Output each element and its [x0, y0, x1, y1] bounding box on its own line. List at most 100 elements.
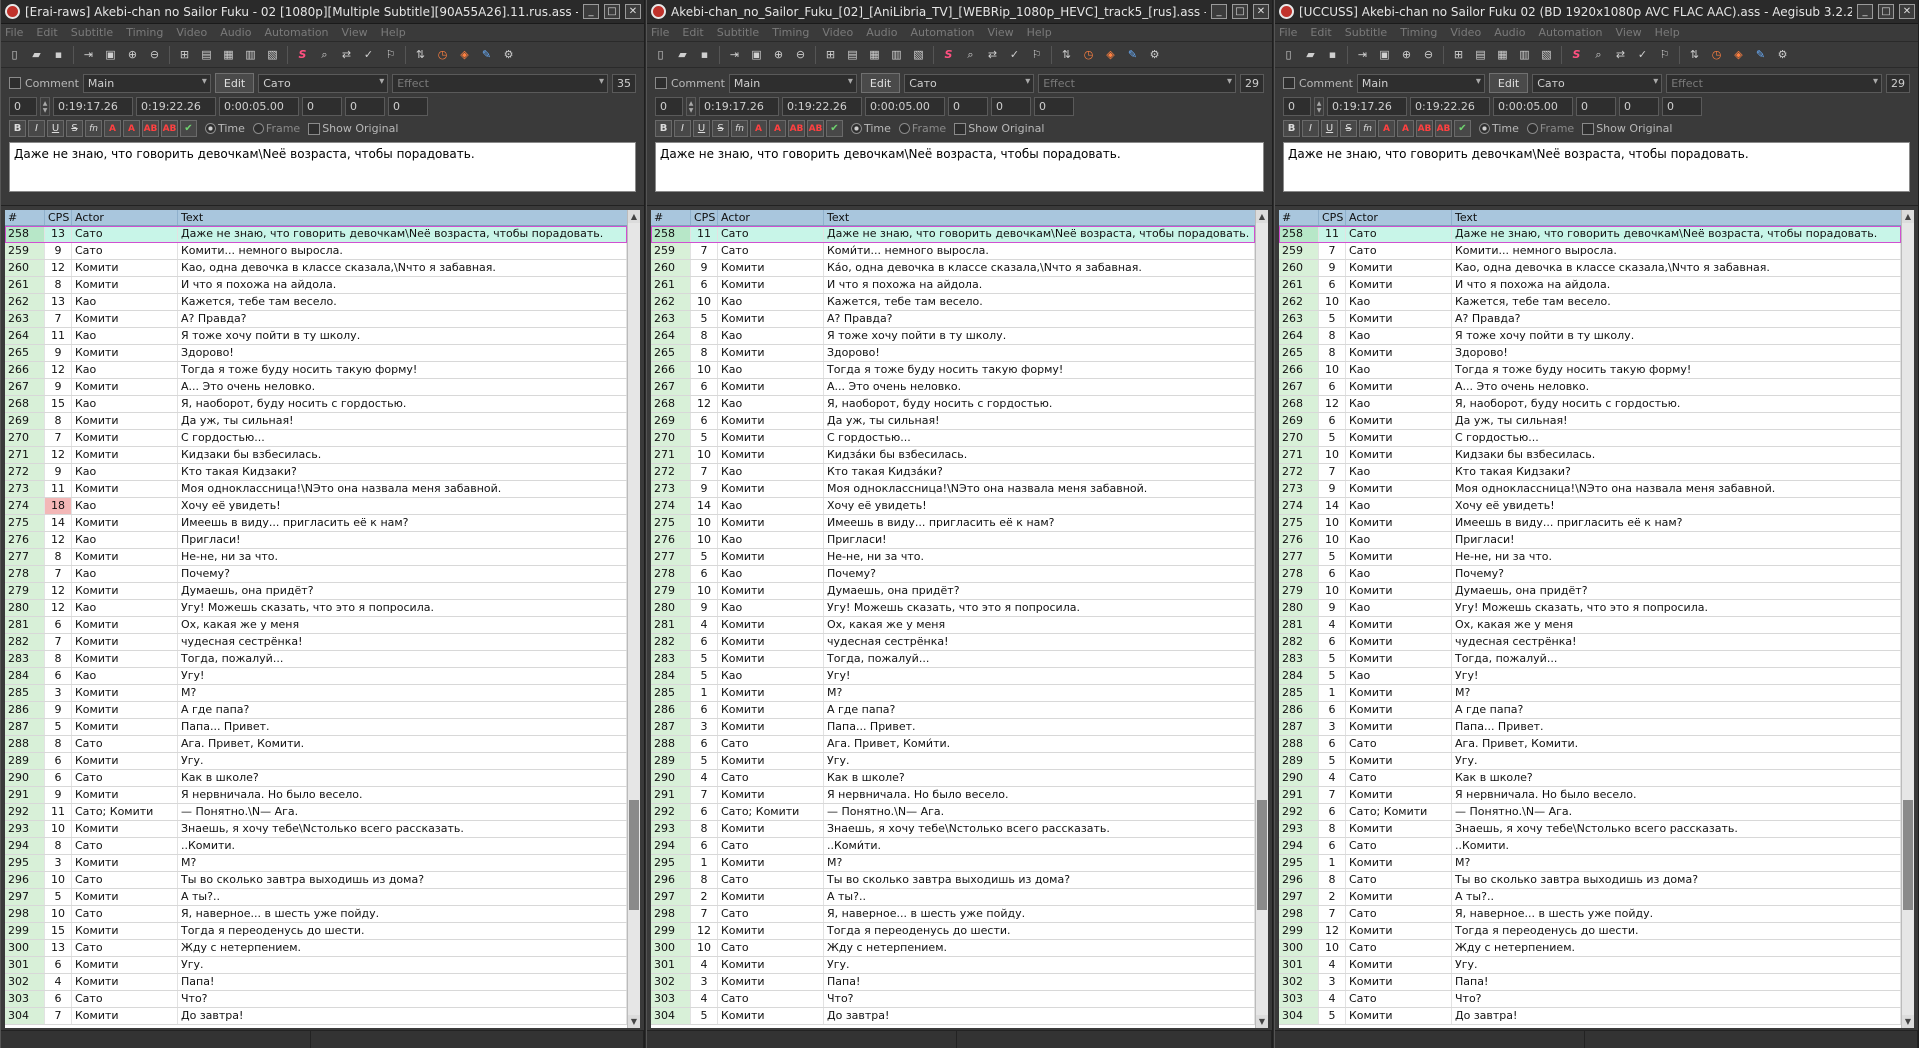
comment-checkbox[interactable]	[655, 77, 667, 89]
table-row[interactable]: 261 6 Комити И что я похожа на айдола.	[651, 277, 1255, 294]
table-row[interactable]: 267 6 Комити А... Это очень неловко.	[651, 379, 1255, 396]
menu-file[interactable]: File	[651, 26, 669, 39]
table-row[interactable]: 260 9 Комити Ка́о, одна девочка в классе ск…	[651, 260, 1255, 277]
video-details-icon[interactable]: ⊞	[1449, 45, 1468, 64]
table-row[interactable]: 277 5 Комити Не-не, ни за что.	[651, 549, 1255, 566]
scroll-up-icon[interactable]: ▲	[1902, 210, 1914, 223]
duration-field[interactable]: 0:00:05.00	[1493, 97, 1573, 116]
table-row[interactable]: 299 15 Комити Тогда я переоденусь до шести.	[5, 923, 627, 940]
menu-view[interactable]: View	[342, 26, 368, 39]
table-row[interactable]: 300 10 Сато Жду с нетерпением.	[651, 940, 1255, 957]
table-row[interactable]: 280 9 Као Угу! Можешь сказать, что это я по…	[651, 600, 1255, 617]
maximize-button[interactable]: □	[604, 4, 620, 19]
table-row[interactable]: 281 4 Комити Ох, какая же у меня	[1279, 617, 1901, 634]
column-number[interactable]: #	[651, 210, 691, 225]
table-row[interactable]: 272 7 Као Кто такая Кидза́ки?	[651, 464, 1255, 481]
table-row[interactable]: 271 10 Комити Кидзаки бы взбесилась.	[1279, 447, 1901, 464]
table-row[interactable]: 272 7 Као Кто такая Кидзаки?	[1279, 464, 1901, 481]
edit-style-button[interactable]: Edit	[860, 73, 901, 93]
strikeout-button[interactable]: S	[712, 120, 729, 137]
menu-subtitle[interactable]: Subtitle	[1345, 26, 1387, 39]
fonts-collector-icon[interactable]: ▥	[241, 45, 260, 64]
style-manager-icon[interactable]: ▤	[843, 45, 862, 64]
layer-spin-button[interactable]: ▲ ▼	[686, 97, 696, 116]
scroll-down-icon[interactable]: ▼	[1256, 1015, 1268, 1028]
title-bar[interactable]: Akebi-chan_no_Sailor_Fuku_[02]_[AniLibri…	[647, 0, 1272, 24]
spellcheck-icon[interactable]: ✓	[1633, 45, 1652, 64]
menu-video[interactable]: Video	[176, 26, 207, 39]
new-file-icon[interactable]: ▯	[651, 45, 670, 64]
font-button[interactable]: fn	[1359, 120, 1376, 137]
table-row[interactable]: 285 1 Комити М?	[1279, 685, 1901, 702]
minimize-button[interactable]: _	[1211, 4, 1227, 19]
subtitle-text-editor[interactable]: Даже не знаю, что говорить девочкам\Nеё …	[9, 142, 636, 192]
jump-to-video-icon[interactable]: ▣	[1375, 45, 1394, 64]
column-actor[interactable]: Actor	[718, 210, 824, 225]
close-button[interactable]: ✕	[1253, 4, 1269, 19]
table-row[interactable]: 287 3 Комити Папа... Привет.	[651, 719, 1255, 736]
menu-file[interactable]: File	[5, 26, 23, 39]
resample-icon[interactable]: ⇅	[1685, 45, 1704, 64]
new-file-icon[interactable]: ▯	[5, 45, 24, 64]
strikeout-button[interactable]: S	[1340, 120, 1357, 137]
table-row[interactable]: 260 12 Комити Као, одна девочка в классе ск…	[5, 260, 627, 277]
table-row[interactable]: 276 10 Као Пригласи!	[1279, 532, 1901, 549]
menu-audio[interactable]: Audio	[866, 26, 897, 39]
jump-to-video-icon[interactable]: ▣	[101, 45, 120, 64]
margin-vertical-field[interactable]: 0	[1662, 97, 1702, 116]
menu-audio[interactable]: Audio	[1494, 26, 1525, 39]
column-number[interactable]: #	[1279, 210, 1319, 225]
time-radio[interactable]	[851, 123, 862, 134]
table-row[interactable]: 286 6 Комити А где папа?	[651, 702, 1255, 719]
translation-assistant-icon[interactable]: ⚐	[381, 45, 400, 64]
table-row[interactable]: 289 5 Комити Угу.	[651, 753, 1255, 770]
find-icon[interactable]: ⌕	[315, 45, 334, 64]
table-row[interactable]: 259 7 Сато Комити... немного выросла.	[1279, 243, 1901, 260]
new-file-icon[interactable]: ▯	[1279, 45, 1298, 64]
font-button[interactable]: fn	[731, 120, 748, 137]
table-row[interactable]: 277 5 Комити Не-не, ни за что.	[1279, 549, 1901, 566]
margin-right-field[interactable]: 0	[991, 97, 1031, 116]
start-time-field[interactable]: 0:19:17.26	[699, 97, 779, 116]
table-row[interactable]: 303 4 Сато Что?	[651, 991, 1255, 1008]
options-icon[interactable]: ⚙	[1145, 45, 1164, 64]
table-row[interactable]: 258 11 Сато Даже не знаю, что говорить дево…	[1279, 226, 1901, 243]
start-time-field[interactable]: 0:19:17.26	[53, 97, 133, 116]
table-row[interactable]: 291 9 Комити Я нервничала. Но было весело.	[5, 787, 627, 804]
open-file-icon[interactable]: ▰	[673, 45, 692, 64]
scroll-thumb[interactable]	[1257, 800, 1267, 910]
outline-color-button[interactable]: AB	[142, 120, 159, 137]
table-row[interactable]: 295 3 Комити М?	[5, 855, 627, 872]
effect-select[interactable]: Effect	[1666, 73, 1882, 93]
table-row[interactable]: 275 14 Комити Имеешь в виду... пригласить е…	[5, 515, 627, 532]
italic-button[interactable]: I	[1302, 120, 1319, 137]
table-row[interactable]: 287 5 Комити Папа... Привет.	[5, 719, 627, 736]
table-row[interactable]: 270 5 Комити С гордостью...	[1279, 430, 1901, 447]
frame-radio[interactable]	[898, 123, 910, 134]
column-text[interactable]: Text	[178, 210, 640, 225]
table-row[interactable]: 269 6 Комити Да уж, ты сильная!	[1279, 413, 1901, 430]
export-icon[interactable]: ⇥	[725, 45, 744, 64]
translation-assistant-icon[interactable]: ⚐	[1027, 45, 1046, 64]
replace-icon[interactable]: ⇄	[983, 45, 1002, 64]
table-row[interactable]: 304 5 Комити До завтра!	[651, 1008, 1255, 1025]
table-row[interactable]: 271 10 Комити Кидза́ки бы взбесилась.	[651, 447, 1255, 464]
automation-icon[interactable]: S	[293, 45, 312, 64]
table-row[interactable]: 263 7 Комити А? Правда?	[5, 311, 627, 328]
menu-help[interactable]: Help	[1027, 26, 1052, 39]
table-row[interactable]: 273 9 Комити Моя одноклассница!\NЭто она на…	[651, 481, 1255, 498]
primary-color-button[interactable]: A	[1378, 120, 1395, 137]
automation-icon[interactable]: S	[939, 45, 958, 64]
table-row[interactable]: 285 3 Комити М?	[5, 685, 627, 702]
scroll-up-icon[interactable]: ▲	[1256, 210, 1268, 223]
table-row[interactable]: 291 7 Комити Я нервничала. Но было весело.	[651, 787, 1255, 804]
table-row[interactable]: 286 6 Комити А где папа?	[1279, 702, 1901, 719]
scroll-down-icon[interactable]: ▼	[1902, 1015, 1914, 1028]
properties-icon[interactable]: ▧	[1537, 45, 1556, 64]
table-row[interactable]: 292 6 Сато; Комити — Понятно.\N— Ага.	[1279, 804, 1901, 821]
timing-postprocessor-icon[interactable]: ◷	[433, 45, 452, 64]
table-row[interactable]: 300 13 Сато Жду с нетерпением.	[5, 940, 627, 957]
actor-select[interactable]: Сато	[904, 73, 1035, 93]
layer-field[interactable]: 0	[9, 97, 37, 116]
zoom-out-icon[interactable]: ⊖	[145, 45, 164, 64]
